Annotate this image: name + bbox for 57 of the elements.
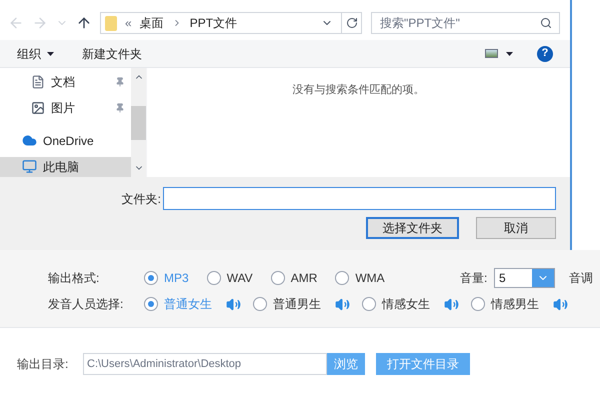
folder-icon	[105, 16, 117, 30]
search-field[interactable]: 搜索"PPT文件"	[371, 12, 560, 34]
output-path-field[interactable]: C:\Users\Administrator\Desktop	[83, 353, 327, 375]
cloud-icon	[22, 133, 37, 148]
folder-label: 文件夹:	[122, 190, 161, 208]
radio-button[interactable]	[270, 271, 285, 285]
caret-icon[interactable]	[47, 52, 54, 56]
radio-label: 情感女生	[382, 296, 430, 313]
speaker-icon[interactable]	[226, 296, 241, 312]
sidebar-item[interactable]: 文档	[0, 72, 131, 92]
refresh-icon[interactable]	[346, 17, 358, 29]
radio-button[interactable]	[144, 297, 158, 311]
address-bar[interactable]: « 桌面 PPT文件	[100, 12, 362, 34]
speaker-icon[interactable]	[553, 296, 568, 312]
search-icon	[540, 17, 552, 29]
output-label: 输出目录:	[17, 356, 70, 373]
breadcrumb-item[interactable]: «	[125, 14, 132, 32]
radio-label: WMA	[355, 270, 385, 287]
radio-label: 普通男生	[273, 296, 321, 313]
view-icon[interactable]	[485, 49, 498, 58]
radio-label: MP3	[164, 270, 189, 287]
pin-icon[interactable]	[115, 103, 125, 114]
monitor-icon	[22, 159, 37, 174]
volume-label: 音量:	[460, 270, 488, 287]
radio-button[interactable]	[144, 271, 158, 285]
voice-label: 发音人员选择:	[48, 296, 124, 313]
breadcrumb-item[interactable]: PPT文件	[190, 14, 238, 32]
dialog-button[interactable]: 选择文件夹	[366, 217, 459, 239]
caret-icon[interactable]	[506, 52, 513, 56]
pitch-label: 音调	[569, 270, 593, 287]
radio-button[interactable]	[253, 297, 267, 311]
volume-select[interactable]: 5	[494, 268, 555, 288]
document-icon	[31, 75, 45, 90]
help-button[interactable]: ?	[537, 46, 553, 62]
speaker-icon[interactable]	[444, 296, 459, 312]
radio-button[interactable]	[206, 271, 221, 285]
organize-menu[interactable]: 组织	[17, 44, 54, 62]
image-icon	[31, 101, 45, 116]
radio-button[interactable]	[335, 271, 350, 285]
breadcrumb-item[interactable]: 桌面	[140, 14, 164, 32]
empty-message: 没有与搜索条件匹配的项。	[292, 82, 424, 98]
format-label: 输出格式:	[48, 270, 100, 287]
sidebar-item[interactable]: 图片	[0, 98, 131, 118]
sidebar-item[interactable]: OneDrive	[0, 130, 131, 151]
radio-label: 普通女生	[164, 296, 212, 313]
radio-button[interactable]	[362, 297, 376, 311]
scrollbar[interactable]	[131, 68, 146, 177]
speaker-icon[interactable]	[335, 296, 350, 312]
folder-field[interactable]	[163, 187, 556, 210]
pin-icon[interactable]	[115, 77, 125, 88]
radio-label: AMR	[290, 270, 318, 287]
dialog-button[interactable]: 取消	[476, 217, 556, 239]
radio-label: 情感男生	[491, 296, 539, 313]
sidebar-item[interactable]: 此电脑	[0, 156, 131, 177]
radio-button[interactable]	[471, 297, 485, 311]
radio-label: WAV	[226, 270, 253, 287]
new-folder-button[interactable]: 新建文件夹	[82, 44, 142, 62]
